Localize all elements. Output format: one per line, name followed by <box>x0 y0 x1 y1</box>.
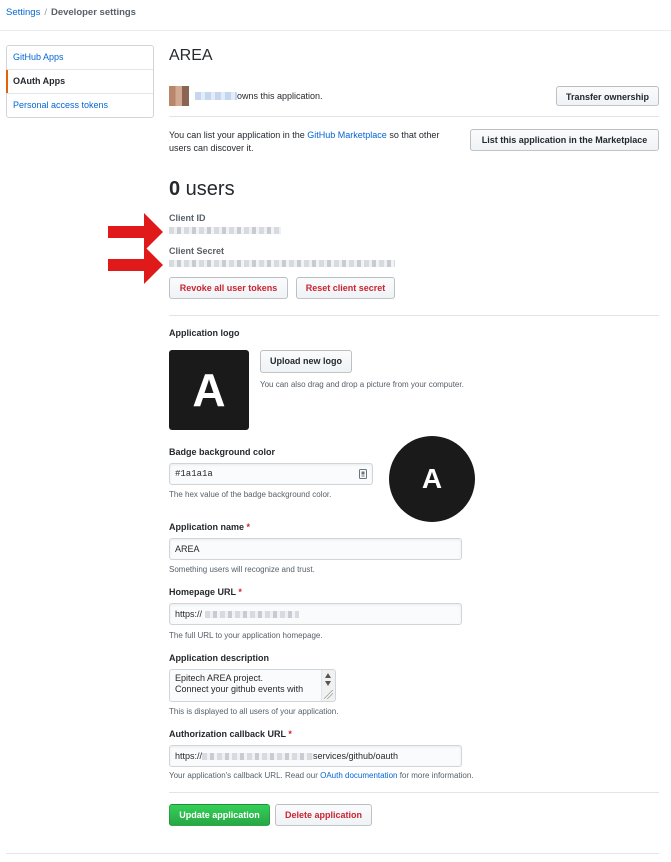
required-marker: * <box>238 587 242 597</box>
breadcrumb-current: Developer settings <box>50 7 136 18</box>
sidebar-item-personal-access-tokens[interactable]: Personal access tokens <box>7 94 153 117</box>
client-id-value-redacted <box>169 227 281 234</box>
badge-background-color-label: Badge background color <box>169 447 276 457</box>
reset-client-secret-button[interactable]: Reset client secret <box>296 277 395 299</box>
homepage-url-label: Homepage URL * <box>169 587 242 597</box>
callback-hint-before: Your application's callback URL. Read ou… <box>169 771 321 780</box>
application-description-label: Application description <box>169 653 270 663</box>
color-picker-icon[interactable] <box>359 469 367 479</box>
callback-hint-after: for more information. <box>397 771 474 780</box>
callback-url-label-text: Authorization callback URL <box>169 729 286 739</box>
owner-text: owns this application. <box>237 91 323 101</box>
badge-color-input[interactable]: #1a1a1a <box>169 463 373 485</box>
sidebar-item-oauth-apps[interactable]: OAuth Apps <box>6 70 153 94</box>
breadcrumb-settings-link[interactable]: Settings <box>6 7 40 18</box>
callback-url-prefix: https:// <box>175 751 203 761</box>
callback-url-input[interactable]: https:// services/github/oauth <box>169 745 462 767</box>
oauth-documentation-link[interactable]: OAuth documentation <box>320 771 397 780</box>
users-count-label: users <box>180 178 235 200</box>
settings-sidebar: GitHub Apps OAuth Apps Personal access t… <box>6 45 154 118</box>
users-count-number: 0 <box>169 178 181 200</box>
marketplace-description: You can list your application in the Git… <box>169 129 459 155</box>
application-name-value: AREA <box>175 544 200 554</box>
homepage-url-label-text: Homepage URL <box>169 587 236 597</box>
required-marker: * <box>288 729 292 739</box>
application-description-textarea[interactable]: Epitech AREA project. Connect your githu… <box>169 669 336 702</box>
client-secret-label: Client Secret <box>169 246 225 256</box>
scroll-down-icon[interactable] <box>325 681 331 686</box>
footer-divider <box>6 853 659 854</box>
avatar[interactable] <box>169 86 189 106</box>
application-name-hint: Something users will recognize and trust… <box>169 565 315 574</box>
upload-new-logo-button[interactable]: Upload new logo <box>260 350 352 373</box>
client-secret-value-redacted <box>169 260 395 267</box>
transfer-ownership-button[interactable]: Transfer ownership <box>556 86 659 106</box>
update-application-button[interactable]: Update application <box>169 804 270 826</box>
homepage-url-redacted <box>204 611 299 619</box>
page-title: AREA <box>169 47 213 64</box>
application-name-label: Application name * <box>169 522 250 532</box>
header-divider <box>0 30 671 31</box>
description-line-2: Connect your github events with <box>175 684 304 694</box>
client-id-label: Client ID <box>169 213 206 223</box>
homepage-url-input[interactable]: https:// <box>169 603 462 625</box>
delete-application-button[interactable]: Delete application <box>275 804 372 826</box>
red-arrow-icon <box>108 246 163 284</box>
application-logo-image: A <box>169 350 249 430</box>
resize-grip-icon[interactable] <box>324 690 333 699</box>
description-line-1: Epitech AREA project. <box>175 673 264 683</box>
badge-color-value: #1a1a1a <box>175 469 213 479</box>
logo-hint: You can also drag and drop a picture fro… <box>260 380 464 389</box>
required-marker: * <box>246 522 251 532</box>
application-name-input[interactable]: AREA <box>169 538 462 560</box>
scroll-up-icon[interactable] <box>325 673 331 678</box>
callback-url-redacted <box>202 753 314 761</box>
divider <box>169 792 659 793</box>
breadcrumb: Settings / Developer settings <box>6 7 136 18</box>
owner-name-redacted <box>195 92 237 100</box>
badge-preview: A <box>389 436 475 522</box>
homepage-url-prefix: https:// <box>175 609 203 619</box>
users-count: 0 users <box>169 178 235 201</box>
callback-url-hint: Your application's callback URL. Read ou… <box>169 771 474 780</box>
list-in-marketplace-button[interactable]: List this application in the Marketplace <box>470 129 659 151</box>
application-description-hint: This is displayed to all users of your a… <box>169 707 339 716</box>
application-logo-label: Application logo <box>169 328 240 338</box>
application-name-label-text: Application name <box>169 522 245 532</box>
divider <box>169 315 659 316</box>
callback-url-suffix: services/github/oauth <box>313 751 399 761</box>
breadcrumb-separator: / <box>44 7 47 18</box>
divider <box>169 116 659 117</box>
homepage-url-hint: The full URL to your application homepag… <box>169 631 323 640</box>
badge-color-hint: The hex value of the badge background co… <box>169 490 332 499</box>
revoke-all-user-tokens-button[interactable]: Revoke all user tokens <box>169 277 288 299</box>
sidebar-item-github-apps[interactable]: GitHub Apps <box>7 46 153 70</box>
callback-url-label: Authorization callback URL * <box>169 729 292 739</box>
marketplace-text-before: You can list your application in the <box>169 130 308 140</box>
textarea-scrollbar[interactable] <box>321 670 335 701</box>
github-marketplace-link[interactable]: GitHub Marketplace <box>307 130 387 140</box>
